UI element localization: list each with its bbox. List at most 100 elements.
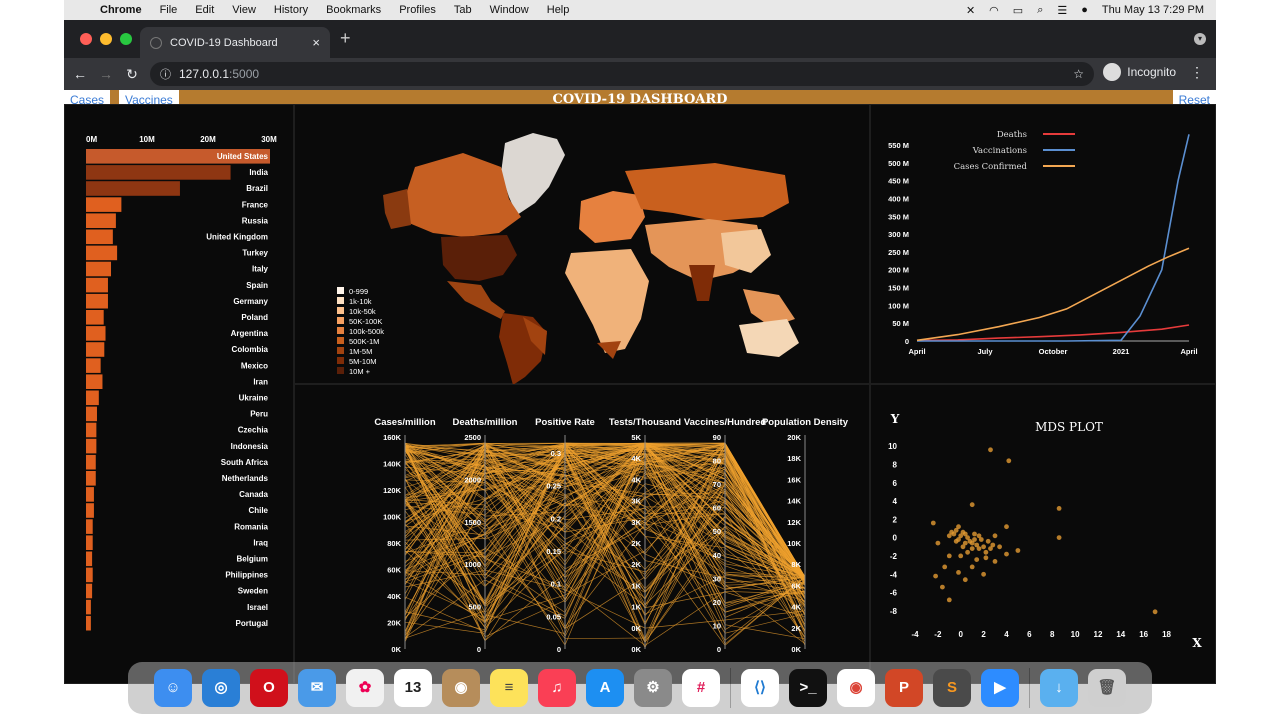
mds-point[interactable] (981, 571, 986, 577)
mds-point[interactable] (930, 520, 936, 526)
bar-mexico[interactable] (86, 358, 101, 373)
bar-poland[interactable] (86, 310, 104, 325)
tab-search-icon[interactable]: ▾ (1194, 33, 1206, 45)
alaska[interactable] (383, 189, 411, 229)
bar-ukraine[interactable] (86, 390, 99, 406)
forward-icon[interactable]: → (96, 66, 116, 82)
mds-point[interactable] (983, 549, 989, 555)
opera-icon[interactable]: O (250, 669, 288, 707)
bar-turkey[interactable] (86, 245, 118, 261)
photos-icon[interactable]: ✿ (346, 669, 384, 707)
mds-point[interactable] (956, 570, 961, 575)
mds-point[interactable] (951, 531, 957, 537)
bookmark-star-icon[interactable]: ☆ (1073, 67, 1084, 81)
control-center-icon[interactable]: ☰ (1057, 4, 1067, 17)
terminal-icon[interactable]: >_ (789, 669, 827, 707)
finder-icon[interactable]: ☺ (154, 669, 192, 707)
menu-window[interactable]: Window (490, 4, 529, 16)
mds-point[interactable] (1004, 524, 1009, 530)
bar-chile[interactable] (86, 503, 94, 518)
app-store-icon[interactable]: A (586, 669, 624, 707)
india[interactable] (689, 265, 715, 301)
mds-point[interactable] (983, 555, 989, 561)
back-icon[interactable]: ← (70, 66, 90, 82)
battery-icon[interactable]: ▭ (1013, 4, 1023, 17)
mds-point[interactable] (946, 533, 952, 539)
mds-point[interactable] (1056, 535, 1062, 540)
line-series-deaths[interactable] (916, 324, 1190, 342)
bar-south-africa[interactable] (86, 454, 96, 470)
menu-kebab-icon[interactable]: ⋮ (1190, 64, 1204, 81)
bar-italy[interactable] (86, 261, 112, 277)
powerpoint-icon[interactable]: P (885, 669, 923, 707)
menu-profiles[interactable]: Profiles (399, 4, 436, 16)
mds-point[interactable] (1152, 609, 1158, 615)
bar-iran[interactable] (86, 374, 103, 389)
close-tab-icon[interactable]: × (312, 35, 320, 50)
mexico-central-america[interactable] (447, 281, 505, 319)
reload-icon[interactable]: ↻ (122, 66, 142, 83)
mds-point[interactable] (962, 577, 968, 583)
mds-point[interactable] (990, 542, 996, 548)
contacts-icon[interactable]: ◉ (442, 669, 480, 707)
united-states[interactable] (441, 235, 517, 281)
bar-argentina[interactable] (86, 326, 106, 341)
mds-point[interactable] (972, 537, 977, 542)
mds-point[interactable] (992, 533, 998, 539)
mds-point[interactable] (940, 584, 945, 590)
clock-text[interactable]: Thu May 13 7:29 PM (1102, 4, 1204, 16)
bar-belgium[interactable] (86, 551, 93, 567)
menu-bookmarks[interactable]: Bookmarks (326, 4, 381, 16)
mds-point[interactable] (1056, 506, 1062, 511)
wifi-icon[interactable]: ◠ (989, 4, 999, 17)
menu-history[interactable]: History (274, 4, 308, 16)
mds-point[interactable] (969, 564, 975, 570)
mute-icon[interactable]: ✕ (966, 4, 975, 17)
address-bar[interactable]: ⓘ 127.0.0.1:5000 ☆ (150, 62, 1094, 86)
bar-russia[interactable] (86, 213, 116, 228)
new-tab-button[interactable]: + (340, 28, 351, 49)
bar-colombia[interactable] (86, 342, 105, 357)
europe[interactable] (579, 191, 645, 243)
mds-point[interactable] (1006, 458, 1012, 464)
bar-germany[interactable] (86, 293, 108, 309)
search-icon[interactable]: ⌕ (1037, 4, 1043, 17)
mds-point[interactable] (976, 546, 982, 551)
menu-app-name[interactable]: Chrome (100, 4, 142, 16)
bar-india[interactable] (86, 165, 231, 180)
mds-point[interactable] (942, 564, 948, 570)
mds-point[interactable] (997, 544, 1002, 550)
bar-indonesia[interactable] (86, 438, 97, 454)
menu-view[interactable]: View (232, 4, 256, 16)
mail-icon[interactable]: ✉ (298, 669, 336, 707)
mds-point[interactable] (946, 553, 952, 559)
bar-portugal[interactable] (86, 615, 91, 631)
bar-brazil[interactable] (86, 181, 180, 196)
menu-edit[interactable]: Edit (195, 4, 214, 16)
zoom-icon[interactable]: ▶ (981, 669, 1019, 707)
line-series-cases-confirmed[interactable] (916, 247, 1190, 342)
mds-point[interactable] (969, 502, 975, 508)
bar-france[interactable] (86, 197, 122, 212)
africa[interactable] (565, 249, 649, 353)
close-window-button[interactable] (80, 33, 92, 45)
mds-point[interactable] (976, 533, 982, 539)
mds-point[interactable] (988, 447, 993, 453)
mds-point[interactable] (981, 544, 986, 550)
mds-point[interactable] (972, 531, 977, 537)
mds-point[interactable] (958, 553, 964, 559)
trash-icon[interactable]: 🗑 (1088, 669, 1126, 707)
mds-point[interactable] (992, 559, 998, 564)
mds-point[interactable] (974, 557, 980, 562)
mds-point[interactable] (935, 540, 941, 546)
bar-spain[interactable] (86, 277, 108, 293)
bar-canada[interactable] (86, 487, 94, 502)
bar-philippines[interactable] (86, 567, 93, 583)
mds-point[interactable] (956, 537, 961, 542)
mds-point[interactable] (933, 573, 938, 579)
downloads-folder-icon[interactable]: ↓ (1040, 669, 1078, 707)
info-icon[interactable]: ⓘ (160, 66, 171, 82)
mds-point[interactable] (946, 597, 952, 603)
bar-peru[interactable] (86, 406, 97, 422)
bar-israel[interactable] (86, 599, 91, 615)
